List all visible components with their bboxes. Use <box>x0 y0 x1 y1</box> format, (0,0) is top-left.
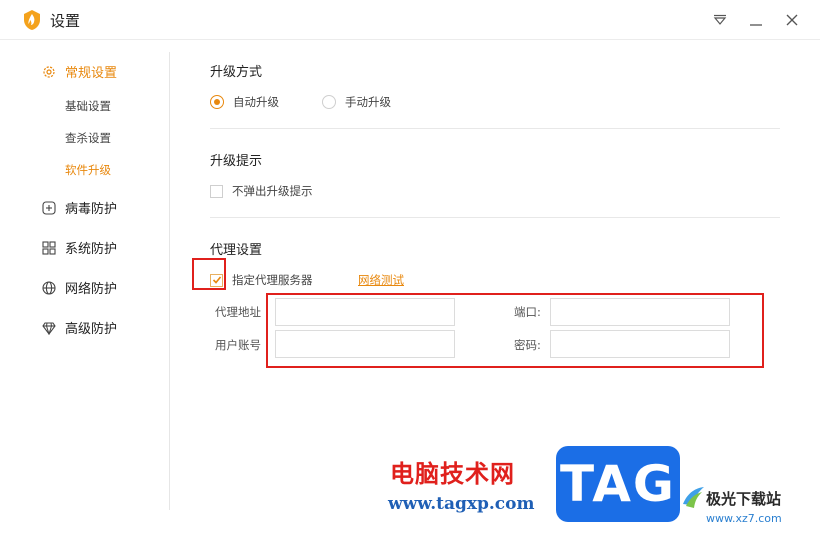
password-label: 密码: <box>514 338 541 352</box>
port-input[interactable] <box>550 298 730 326</box>
checkbox-label: 指定代理服务器 <box>232 273 313 287</box>
checkbox-no-upgrade-popup[interactable]: 不弹出升级提示 <box>210 183 313 199</box>
checkmark-icon <box>212 276 221 284</box>
user-account-label: 用户账号 <box>215 338 261 352</box>
plus-square-icon <box>42 200 56 215</box>
checkbox[interactable] <box>210 184 223 198</box>
sidebar-item-basic[interactable]: 基础设置 <box>65 98 111 114</box>
sidebar-group-network[interactable]: 网络防护 <box>42 278 117 297</box>
checkbox-label: 不弹出升级提示 <box>232 184 313 198</box>
section-divider <box>210 217 780 218</box>
upgrade-mode-title: 升级方式 <box>210 65 263 80</box>
globe-icon <box>42 280 56 295</box>
sidebar-group-advanced[interactable]: 高级防护 <box>42 318 117 337</box>
watermark-xz-url: www.xz7.com <box>706 512 782 525</box>
port-label: 端口: <box>514 305 541 319</box>
watermark-xz-name: 极光下载站 <box>706 490 782 508</box>
watermark-site-name: 电脑技术网 <box>390 460 515 488</box>
close-button[interactable] <box>782 10 802 30</box>
grid-icon <box>42 240 56 255</box>
close-icon <box>786 14 798 26</box>
title-bar: 设置 <box>0 0 820 40</box>
window-title: 设置 <box>50 12 81 30</box>
watermark-site-url: www.tagxp.com <box>388 494 535 514</box>
section-divider <box>210 128 780 129</box>
sidebar-group-general[interactable]: 常规设置 <box>42 62 117 81</box>
radio-auto-upgrade[interactable]: 自动升级 <box>210 94 279 110</box>
password-input[interactable] <box>550 330 730 358</box>
sidebar-group-system[interactable]: 系统防护 <box>42 238 117 257</box>
sidebar-divider <box>169 52 170 510</box>
sidebar-item-scan[interactable]: 查杀设置 <box>65 130 111 146</box>
gear-icon <box>42 65 56 79</box>
radio-label: 自动升级 <box>233 95 279 109</box>
dropdown-menu-button[interactable] <box>710 10 730 30</box>
sidebar-group-label: 系统防护 <box>65 242 118 257</box>
sidebar-item-upgrade[interactable]: 软件升级 <box>65 162 111 178</box>
sidebar-group-virus[interactable]: 病毒防护 <box>42 198 117 217</box>
radio-button[interactable] <box>322 95 336 109</box>
sidebar-group-label: 病毒防护 <box>65 202 118 217</box>
minimize-button[interactable] <box>746 10 766 30</box>
proxy-address-input[interactable] <box>275 298 455 326</box>
checkbox[interactable] <box>210 273 223 287</box>
dropdown-icon <box>713 14 727 25</box>
radio-button[interactable] <box>210 95 224 109</box>
watermark-tag-logo: TAG <box>556 446 680 522</box>
minimize-icon <box>750 24 762 26</box>
radio-label: 手动升级 <box>345 95 391 109</box>
upgrade-prompt-title: 升级提示 <box>210 154 263 169</box>
proxy-settings-title: 代理设置 <box>210 243 263 258</box>
sidebar-group-label: 高级防护 <box>65 322 118 337</box>
checkbox-specify-proxy[interactable]: 指定代理服务器 <box>210 272 313 288</box>
radio-manual-upgrade[interactable]: 手动升级 <box>322 94 391 110</box>
aurora-logo-icon <box>683 487 704 508</box>
proxy-address-label: 代理地址 <box>215 305 261 319</box>
diamond-icon <box>42 321 56 335</box>
sidebar-group-label: 常规设置 <box>65 66 118 81</box>
sidebar-group-label: 网络防护 <box>65 282 118 297</box>
network-test-link[interactable]: 网络测试 <box>358 272 404 288</box>
user-account-input[interactable] <box>275 330 455 358</box>
app-logo-icon <box>24 10 40 30</box>
